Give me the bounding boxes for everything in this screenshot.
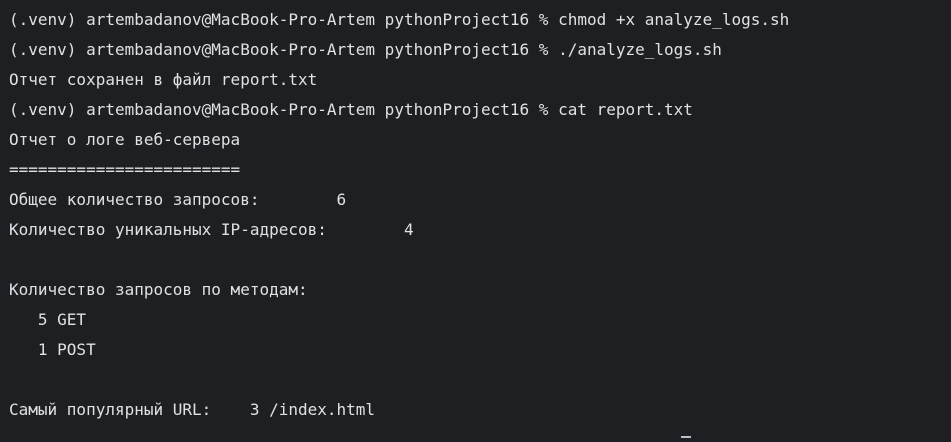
terminal-line: Отчет сохранен в файл report.txt: [9, 70, 318, 89]
terminal-line: Количество уникальных IP-адресов: 4: [9, 220, 414, 239]
terminal-line: (.venv) artembadanov@MacBook-Pro-Artem p…: [9, 100, 693, 119]
terminal-line: 5 GET: [9, 310, 87, 329]
terminal-line: Количество запросов по методам:: [9, 280, 308, 299]
terminal-output[interactable]: (.venv) artembadanov@MacBook-Pro-Artem p…: [0, 0, 951, 442]
terminal-line: ========================: [9, 160, 241, 179]
terminal-line: Отчет о логе веб-сервера: [9, 130, 241, 149]
terminal-line: Общее количество запросов: 6: [9, 190, 347, 209]
terminal-line: 1 POST: [9, 340, 96, 359]
terminal-line: (.venv) artembadanov@MacBook-Pro-Artem p…: [9, 10, 790, 29]
terminal-line: (.venv) artembadanov@MacBook-Pro-Artem p…: [9, 40, 722, 59]
terminal-cursor: [681, 436, 691, 438]
terminal-line: Самый популярный URL: 3 /index.html: [9, 400, 376, 419]
